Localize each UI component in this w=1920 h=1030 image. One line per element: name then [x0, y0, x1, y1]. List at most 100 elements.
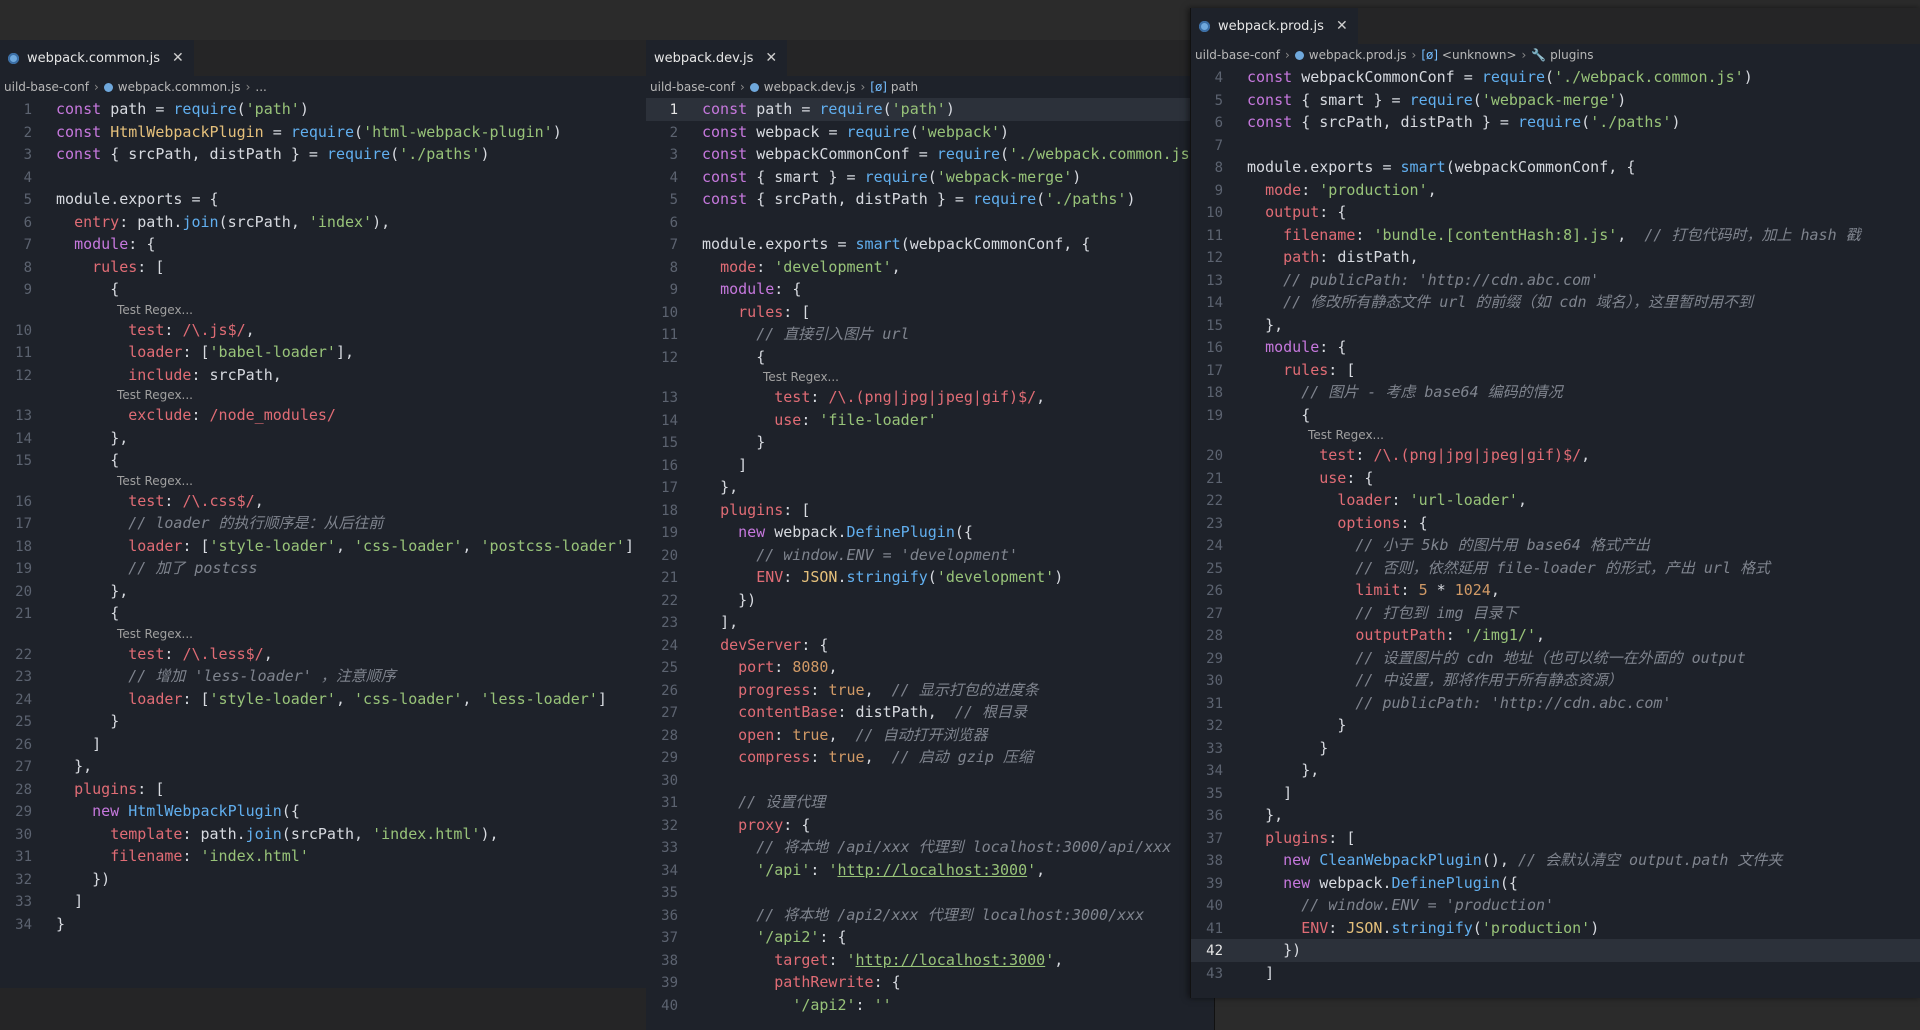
code-line[interactable]: 6 entry: path.join(srcPath, 'index'), [0, 211, 646, 234]
code-line[interactable]: 16 test: /\.css$/, [0, 490, 646, 513]
code-line[interactable]: 11 // 直接引入图片 url [646, 323, 1214, 346]
code-line[interactable]: 28 outputPath: '/img1/', [1191, 624, 1920, 647]
codelens-test-regex[interactable]: Test Regex... [0, 472, 646, 490]
close-icon[interactable]: ✕ [172, 50, 184, 66]
code-line[interactable]: 4 const webpackCommonConf = require('./we… [1191, 66, 1920, 89]
code-line[interactable]: 31 // 设置代理 [646, 791, 1214, 814]
code-line[interactable]: 4 const { smart } = require('webpack-merg… [646, 166, 1214, 189]
code-line[interactable]: 34} [0, 913, 646, 936]
code-line[interactable]: 7 module: { [0, 233, 646, 256]
breadcrumb-symbol[interactable]: ... [255, 80, 266, 94]
code-line[interactable]: 1 const path = require('path') [0, 98, 646, 121]
breadcrumb-file[interactable]: webpack.dev.js [764, 80, 856, 94]
tab-webpack-common[interactable]: webpack.common.js ✕ [0, 40, 194, 76]
code-line[interactable]: 5 module.exports = { [0, 188, 646, 211]
code-line[interactable]: 32 } [1191, 714, 1920, 737]
code-line[interactable]: 16 module: { [1191, 336, 1920, 359]
code-line[interactable]: 30 template: path.join(srcPath, 'index.h… [0, 823, 646, 846]
code-line[interactable]: 18 loader: ['style-loader', 'css-loader'… [0, 535, 646, 558]
codelens-test-regex[interactable]: Test Regex... [0, 301, 646, 319]
code-line[interactable]: 20 }, [0, 580, 646, 603]
code-line[interactable]: 40 // window.ENV = 'production' [1191, 894, 1920, 917]
code-line[interactable]: 12 include: srcPath, [0, 364, 646, 387]
codelens-test-regex[interactable]: Test Regex... [1191, 426, 1920, 444]
code-line[interactable]: 8 rules: [ [0, 256, 646, 279]
code-line[interactable]: 6 const { srcPath, distPath } = require('… [1191, 111, 1920, 134]
code-line[interactable]: 28 plugins: [ [0, 778, 646, 801]
code-line[interactable]: 39 pathRewrite: { [646, 971, 1214, 994]
code-line[interactable]: 7 module.exports = smart(webpackCommonCon… [646, 233, 1214, 256]
code-line[interactable]: 12 { [646, 346, 1214, 369]
code-line[interactable]: 25 port: 8080, [646, 656, 1214, 679]
code-line[interactable]: 24 devServer: { [646, 634, 1214, 657]
code-line[interactable]: 42 }) [1191, 939, 1920, 962]
code-line[interactable]: 15 } [646, 431, 1214, 454]
code-line[interactable]: 15 { [0, 449, 646, 472]
code-line[interactable]: 22 }) [646, 589, 1214, 612]
code-line[interactable]: 14 // 修改所有静态文件 url 的前缀（如 cdn 域名），这里暂时用不到 [1191, 291, 1920, 314]
code-line[interactable]: 38 target: 'http://localhost:3000', [646, 949, 1214, 972]
code-editor[interactable]: 4 const webpackCommonConf = require('./we… [1191, 66, 1920, 984]
code-line[interactable]: 22 loader: 'url-loader', [1191, 489, 1920, 512]
code-line[interactable]: 34 '/api': 'http://localhost:3000', [646, 859, 1214, 882]
code-line[interactable]: 25 // 否则，依然延用 file-loader 的形式，产出 url 格式 [1191, 557, 1920, 580]
code-line[interactable]: 14 }, [0, 427, 646, 450]
code-line[interactable]: 9 module: { [646, 278, 1214, 301]
code-line[interactable]: 29 // 设置图片的 cdn 地址（也可以统一在外面的 output [1191, 647, 1920, 670]
breadcrumb-file[interactable]: webpack.common.js [118, 80, 241, 94]
code-line[interactable]: 37 plugins: [ [1191, 827, 1920, 850]
code-line[interactable]: 30 [646, 769, 1214, 792]
editor-pane-prod[interactable]: webpack.prod.js ✕ uild-base-conf › webpack… [1190, 8, 1920, 998]
code-line[interactable]: 19 // 加了 postcss [0, 557, 646, 580]
code-line[interactable]: 5 const { srcPath, distPath } = require('… [646, 188, 1214, 211]
code-line[interactable]: 18 // 图片 - 考虑 base64 编码的情况 [1191, 381, 1920, 404]
editor-pane-dev[interactable]: webpack.dev.js ✕ uild-base-conf › webpack.… [646, 40, 1215, 1030]
code-line[interactable]: 4 [0, 166, 646, 189]
code-line[interactable]: 21 ENV: JSON.stringify('development') [646, 566, 1214, 589]
code-line[interactable]: 1 const path = require('path') [646, 98, 1214, 121]
code-line[interactable]: 22 test: /\.less$/, [0, 643, 646, 666]
code-line[interactable]: 10 output: { [1191, 201, 1920, 224]
code-line[interactable]: 13 test: /\.(png|jpg|jpeg|gif)$/, [646, 386, 1214, 409]
breadcrumb-folder[interactable]: uild-base-conf [650, 80, 735, 94]
code-line[interactable]: 25 } [0, 710, 646, 733]
code-line[interactable]: 3 const webpackCommonConf = require('./we… [646, 143, 1214, 166]
code-line[interactable]: 11 filename: 'bundle.[contentHash:8].js'… [1191, 224, 1920, 247]
code-line[interactable]: 20 // window.ENV = 'development' [646, 544, 1214, 567]
code-line[interactable]: 38 new CleanWebpackPlugin(), // 会默认清空 ou… [1191, 849, 1920, 872]
tab-webpack-prod[interactable]: webpack.prod.js ✕ [1191, 8, 1358, 44]
code-line[interactable]: 33 } [1191, 737, 1920, 760]
tab-webpack-dev[interactable]: webpack.dev.js ✕ [646, 40, 788, 76]
code-line[interactable]: 27 // 打包到 img 目录下 [1191, 602, 1920, 625]
breadcrumb-file[interactable]: webpack.prod.js [1309, 48, 1407, 62]
code-line[interactable]: 18 plugins: [ [646, 499, 1214, 522]
code-line[interactable]: 12 path: distPath, [1191, 246, 1920, 269]
code-line[interactable]: 33 // 将本地 /api/xxx 代理到 localhost:3000/ap… [646, 836, 1214, 859]
code-line[interactable]: 37 '/api2': { [646, 926, 1214, 949]
code-line[interactable]: 23 // 增加 'less-loader' ，注意顺序 [0, 665, 646, 688]
editor-pane-common[interactable]: webpack.common.js ✕ uild-base-conf › webpa… [0, 40, 647, 1030]
code-line[interactable]: 21 { [0, 602, 646, 625]
code-line[interactable]: 21 use: { [1191, 467, 1920, 490]
code-line[interactable]: 10 rules: [ [646, 301, 1214, 324]
code-line[interactable]: 27 contentBase: distPath, // 根目录 [646, 701, 1214, 724]
codelens-test-regex[interactable]: Test Regex... [646, 368, 1214, 386]
code-line[interactable]: 8 module.exports = smart(webpackCommonCon… [1191, 156, 1920, 179]
code-line[interactable]: 17 }, [646, 476, 1214, 499]
breadcrumb-symbol[interactable]: path [891, 80, 918, 94]
code-line[interactable]: 16 ] [646, 454, 1214, 477]
code-line[interactable]: 8 mode: 'development', [646, 256, 1214, 279]
code-line[interactable]: 26 progress: true, // 显示打包的进度条 [646, 679, 1214, 702]
code-line[interactable]: 39 new webpack.DefinePlugin({ [1191, 872, 1920, 895]
codelens-test-regex[interactable]: Test Regex... [0, 625, 646, 643]
code-line[interactable]: 31 filename: 'index.html' [0, 845, 646, 868]
code-line[interactable]: 2 const HtmlWebpackPlugin = require('html… [0, 121, 646, 144]
breadcrumb-folder[interactable]: uild-base-conf [4, 80, 89, 94]
code-line[interactable]: 23 ], [646, 611, 1214, 634]
code-line[interactable]: 41 ENV: JSON.stringify('production') [1191, 917, 1920, 940]
code-line[interactable]: 11 loader: ['babel-loader'], [0, 341, 646, 364]
code-line[interactable]: 31 // publicPath: 'http://cdn.abc.com' [1191, 692, 1920, 715]
close-icon[interactable]: ✕ [1336, 18, 1348, 34]
code-line[interactable]: 36 }, [1191, 804, 1920, 827]
code-line[interactable]: 2 const webpack = require('webpack') [646, 121, 1214, 144]
